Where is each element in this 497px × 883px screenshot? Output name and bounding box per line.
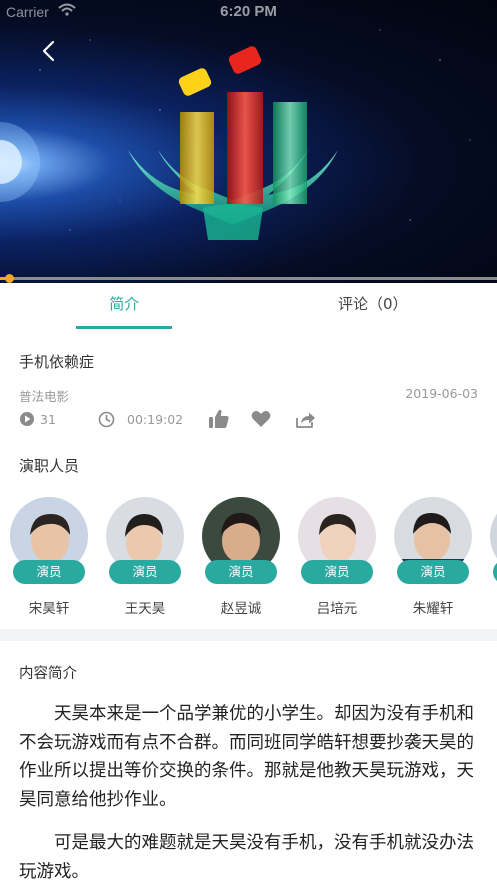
cast-member[interactable]: 演员 bbox=[490, 497, 497, 584]
cast-list[interactable]: 演员 宋昊轩 演员 王天昊 演员 赵昱诚 演员 吕培元 演员 朱耀轩 bbox=[10, 497, 497, 627]
play-count-icon bbox=[20, 412, 34, 426]
video-source: 普法电影 bbox=[19, 389, 70, 404]
tab-comments[interactable]: 评论（0） bbox=[249, 283, 497, 329]
cast-member[interactable]: 演员 朱耀轩 bbox=[394, 497, 472, 617]
cast-member[interactable]: 演员 宋昊轩 bbox=[10, 497, 88, 617]
tab-bar: 简介 评论（0） bbox=[0, 283, 497, 329]
cast-name: 吕培元 bbox=[316, 601, 358, 617]
back-button[interactable] bbox=[36, 38, 62, 64]
video-player[interactable]: Carrier 6:20 PM bbox=[0, 0, 497, 283]
progress-handle[interactable] bbox=[4, 274, 14, 283]
status-bar: Carrier 6:20 PM bbox=[0, 0, 497, 26]
cast-name: 朱耀轩 bbox=[412, 601, 454, 617]
cast-name: 王天昊 bbox=[124, 601, 166, 617]
summary-paragraph: 可是最大的难题就是天昊没有手机，没有手机就没办法玩游戏。 bbox=[19, 833, 474, 882]
summary-heading: 内容简介 bbox=[19, 666, 77, 682]
cast-member[interactable]: 演员 王天昊 bbox=[106, 497, 184, 617]
cast-member[interactable]: 演员 赵昱诚 bbox=[202, 497, 280, 617]
tab-comments-label: 评论（0） bbox=[337, 295, 408, 313]
heart-icon bbox=[251, 410, 271, 427]
progress-rail bbox=[0, 277, 497, 280]
share-button[interactable] bbox=[294, 408, 316, 430]
like-button[interactable] bbox=[208, 408, 230, 430]
summary-text: 天昊本来是一个品学兼优的小学生。却因为没有手机和不会玩游戏而有点不合群。而同班同… bbox=[19, 700, 481, 883]
section-divider bbox=[0, 629, 497, 641]
video-stats-row: 31 00:19:02 bbox=[19, 404, 479, 434]
summary-paragraph: 天昊本来是一个品学兼优的小学生。却因为没有手机和不会玩游戏而有点不合群。而同班同… bbox=[19, 704, 474, 810]
play-count: 31 bbox=[40, 412, 56, 427]
favorite-button[interactable] bbox=[250, 408, 272, 430]
chevron-left-icon bbox=[42, 40, 55, 62]
playback-progress-bar[interactable] bbox=[0, 274, 497, 283]
thumbs-up-icon bbox=[209, 409, 229, 428]
share-icon bbox=[296, 412, 315, 428]
tab-intro-label: 简介 bbox=[109, 295, 140, 313]
status-time: 6:20 PM bbox=[220, 3, 277, 20]
cast-member[interactable]: 演员 吕培元 bbox=[298, 497, 376, 617]
video-title: 手机依赖症 bbox=[19, 353, 95, 371]
publish-date: 2019-06-03 bbox=[405, 386, 478, 401]
role-badge: 演员 bbox=[301, 560, 373, 584]
clock-icon bbox=[98, 411, 115, 428]
active-tab-indicator bbox=[76, 326, 172, 329]
role-badge: 演员 bbox=[493, 560, 497, 584]
role-badge: 演员 bbox=[13, 560, 85, 584]
role-badge: 演员 bbox=[205, 560, 277, 584]
cast-heading: 演职人员 bbox=[19, 457, 80, 475]
role-badge: 演员 bbox=[109, 560, 181, 584]
tab-intro[interactable]: 简介 bbox=[0, 283, 249, 329]
cast-name: 赵昱诚 bbox=[220, 601, 262, 617]
video-frame-logo bbox=[128, 46, 338, 240]
cast-name: 宋昊轩 bbox=[28, 601, 70, 617]
role-badge: 演员 bbox=[397, 560, 469, 584]
video-duration: 00:19:02 bbox=[127, 412, 184, 427]
